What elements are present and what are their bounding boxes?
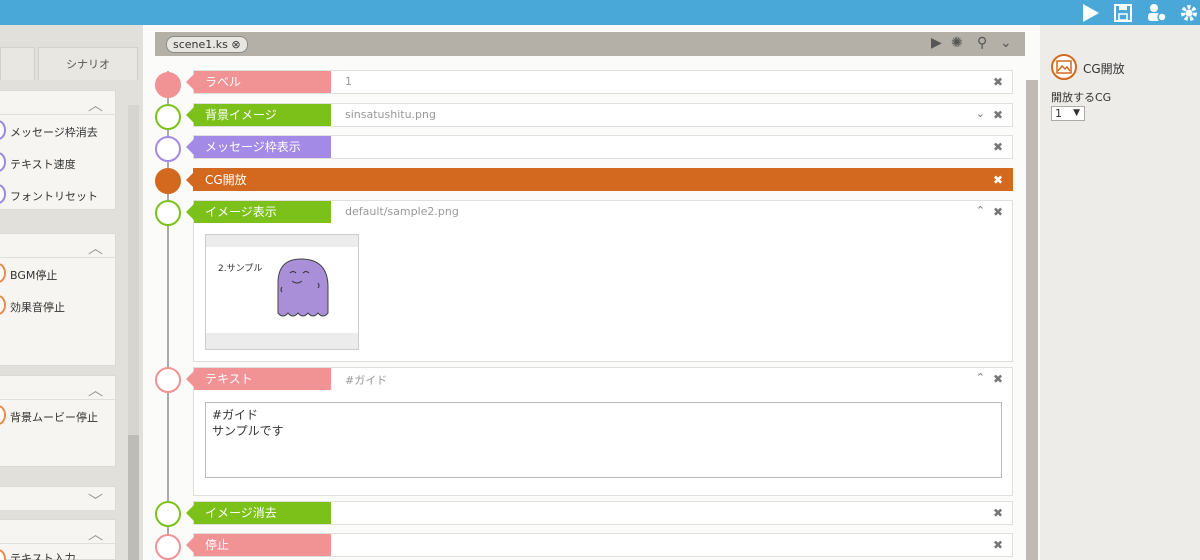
component-row[interactable]: メッセージ枠表示 ✖ <box>186 135 1013 159</box>
close-icon[interactable]: ⊗ <box>231 38 240 51</box>
top-toolbar <box>0 0 1200 25</box>
component-icon <box>0 120 6 140</box>
group-header[interactable]: ︿ <box>0 91 115 115</box>
component-tag: CG開放 <box>186 169 494 191</box>
group-header[interactable]: ︿ <box>0 376 115 400</box>
chevron-up-icon[interactable]: ︿ <box>88 237 103 258</box>
component-row[interactable]: テキスト #ガイド ⌃ ✖ #ガイド サンプルです <box>186 367 1013 496</box>
component-icon <box>0 184 6 204</box>
tab-scenario[interactable]: シナリオ <box>38 47 138 80</box>
palette-group: ︿ 背景ムービー停止 <box>0 375 116 467</box>
users-gear-icon[interactable] <box>1145 2 1167 24</box>
component-value[interactable]: default/sample2.png <box>345 205 459 218</box>
tab-component[interactable] <box>0 47 35 80</box>
delete-icon[interactable]: ✖ <box>993 538 1003 552</box>
editor-scrollbar[interactable] <box>1026 80 1038 560</box>
component-tag: イメージ表示 <box>186 201 331 223</box>
delete-icon[interactable]: ✖ <box>993 140 1003 154</box>
component-row[interactable]: CG開放 ✖ <box>186 168 1013 191</box>
delete-icon[interactable]: ✖ <box>993 75 1003 89</box>
save-icon[interactable] <box>1112 2 1134 24</box>
component-tag: テキスト <box>186 368 331 390</box>
delete-icon[interactable]: ✖ <box>993 506 1003 520</box>
flag-icon <box>155 72 181 98</box>
group-header[interactable]: ︿ <box>0 520 115 544</box>
panel-title: CG開放 <box>1083 62 1125 76</box>
file-tab[interactable]: scene1.ks ⊗ <box>166 36 248 53</box>
chevron-down-icon[interactable]: ﹀ <box>88 490 103 511</box>
chevron-up-icon[interactable]: ︿ <box>88 523 103 544</box>
component-tag: イメージ消去 <box>186 502 331 524</box>
component-value[interactable]: 1 <box>345 75 352 88</box>
list-item[interactable]: テキスト速度 <box>0 147 115 179</box>
background-image-icon <box>155 104 181 130</box>
component-icon <box>0 263 6 283</box>
component-icon <box>0 295 6 315</box>
delete-icon[interactable]: ✖ <box>993 173 1003 187</box>
message-window-icon <box>155 136 181 162</box>
dropdown-arrow-icon: ▼ <box>1073 108 1080 118</box>
palette-group: ﹀ <box>0 486 116 511</box>
scrollbar-thumb[interactable] <box>128 435 139 560</box>
group-header[interactable]: ﹀ <box>0 487 115 511</box>
chevron-up-icon[interactable]: ⌃ <box>976 371 985 384</box>
list-item[interactable]: BGM停止 <box>0 258 115 290</box>
scenario-editor: scene1.ks ⊗ ▶ ✺ ⚲ ⌄ ラベル 1 ✖ 背景イメージ sinsa… <box>143 25 1040 560</box>
delete-icon[interactable]: ✖ <box>993 205 1003 219</box>
image-preview: 2.サンプル <box>205 234 359 350</box>
debug-bug-icon[interactable]: ✺ <box>951 35 963 51</box>
file-tab-bar: scene1.ks ⊗ ▶ ✺ ⚲ ⌄ <box>155 32 1025 56</box>
list-item[interactable]: 背景ムービー停止 <box>0 400 115 432</box>
palette-scrollbar[interactable] <box>128 105 139 560</box>
component-value[interactable]: sinsatushitu.png <box>345 108 436 121</box>
delete-icon[interactable]: ✖ <box>993 372 1003 386</box>
component-icon <box>0 152 6 172</box>
list-item[interactable]: フォントリセット <box>0 179 115 211</box>
palette-group: ︿ テキスト入力 <box>0 519 116 560</box>
list-item[interactable]: 効果音停止 <box>0 290 115 322</box>
cg-unlock-icon <box>1051 54 1077 80</box>
list-item[interactable]: メッセージ枠消去 <box>0 115 115 147</box>
field-label: 開放するCG <box>1051 91 1112 104</box>
stop-icon <box>155 534 181 560</box>
component-row[interactable]: 背景イメージ sinsatushitu.png ⌄ ✖ <box>186 103 1013 127</box>
cg-unlock-icon <box>155 168 181 194</box>
palette-group: ︿ BGM停止 効果音停止 <box>0 233 116 366</box>
play-icon[interactable]: ▶ <box>931 35 942 51</box>
chevron-up-icon[interactable]: ︿ <box>88 379 103 400</box>
chevron-up-icon[interactable]: ⌃ <box>976 204 985 217</box>
image-show-icon <box>155 200 181 226</box>
delete-icon[interactable]: ✖ <box>993 108 1003 122</box>
palette-group: ︿ メッセージ枠消去 テキスト速度 フォントリセット <box>0 90 116 210</box>
component-row[interactable]: イメージ表示 default/sample2.png ⌃ ✖ 2.サンプル <box>186 200 1013 362</box>
search-icon[interactable]: ⚲ <box>977 35 987 51</box>
group-header[interactable]: ︿ <box>0 234 115 258</box>
play-icon[interactable] <box>1079 2 1101 24</box>
component-tag: メッセージ枠表示 <box>186 136 331 158</box>
component-tag: 停止 <box>186 534 331 556</box>
component-icon <box>0 549 6 560</box>
component-palette: シナリオ ︿ メッセージ枠消去 テキスト速度 フォントリセット ︿ BGM停止 … <box>0 25 143 560</box>
settings-gear-icon[interactable] <box>1178 2 1200 24</box>
properties-panel: CG開放 開放するCG 1 ▼ <box>1040 25 1200 560</box>
svg-text:2.サンプル: 2.サンプル <box>218 263 262 274</box>
cg-select[interactable]: 1 ▼ <box>1051 106 1085 121</box>
chevron-down-icon[interactable]: ⌄ <box>976 107 985 120</box>
component-row[interactable]: ラベル 1 ✖ <box>186 70 1013 94</box>
component-tag: 背景イメージ <box>186 104 331 126</box>
text-icon <box>155 367 181 393</box>
component-row[interactable]: イメージ消去 ✖ <box>186 501 1013 525</box>
component-tag: ラベル <box>186 71 331 93</box>
component-value[interactable]: #ガイド <box>345 372 387 388</box>
component-icon <box>0 405 6 425</box>
list-item[interactable]: テキスト入力 <box>0 544 115 560</box>
ghost-character-image: 2.サンプル <box>218 258 329 317</box>
chevron-up-icon[interactable]: ︿ <box>88 94 103 115</box>
text-input[interactable]: #ガイド サンプルです <box>205 402 1002 478</box>
image-remove-icon <box>155 501 181 527</box>
component-row[interactable]: 停止 ✖ <box>186 533 1013 557</box>
chevron-down-icon[interactable]: ⌄ <box>1000 35 1012 51</box>
